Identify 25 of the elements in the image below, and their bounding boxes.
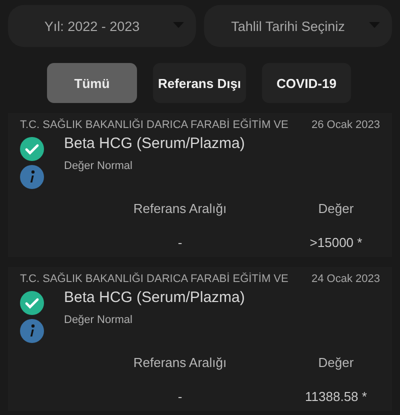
reference-range: - [176,235,184,250]
test-name: Beta HCG (Serum/Plazma) [64,289,246,306]
result-date: 26 Ocak 2023 [312,119,380,131]
result-date: 24 Ocak 2023 [312,273,380,285]
status-text: Değer Normal [64,160,134,172]
info-icon [20,319,44,343]
status-text: Değer Normal [64,314,134,326]
institution-name: T.C. SAĞLIK BAKANLIĞI DARICA FARABİ EĞİTİM VE [20,119,288,131]
dropdown[interactable]: Tahlil Tarihi Seçiniz [204,5,392,47]
column-label: Referans Aralığı [132,355,228,370]
check-icon [20,291,44,315]
filter-tab[interactable]: Referans Dışı [153,63,246,103]
column-label: Referans Aralığı [132,201,228,216]
result-value: >15000 * [308,235,364,250]
dropdown[interactable]: Yıl: 2022 - 2023 [8,5,196,47]
info-icon [20,165,44,189]
column-label: Değer [317,355,355,370]
result-value: 11388.58 * [304,389,368,404]
filter-tab[interactable]: Tümü [47,63,137,103]
filter-tab[interactable]: COVID-19 [262,63,351,103]
test-name: Beta HCG (Serum/Plazma) [64,135,246,152]
column-label: Değer [317,201,355,216]
institution-name: T.C. SAĞLIK BAKANLIĞI DARICA FARABİ EĞİTİM VE [20,273,288,285]
check-icon [20,137,44,161]
reference-range: - [176,389,184,404]
